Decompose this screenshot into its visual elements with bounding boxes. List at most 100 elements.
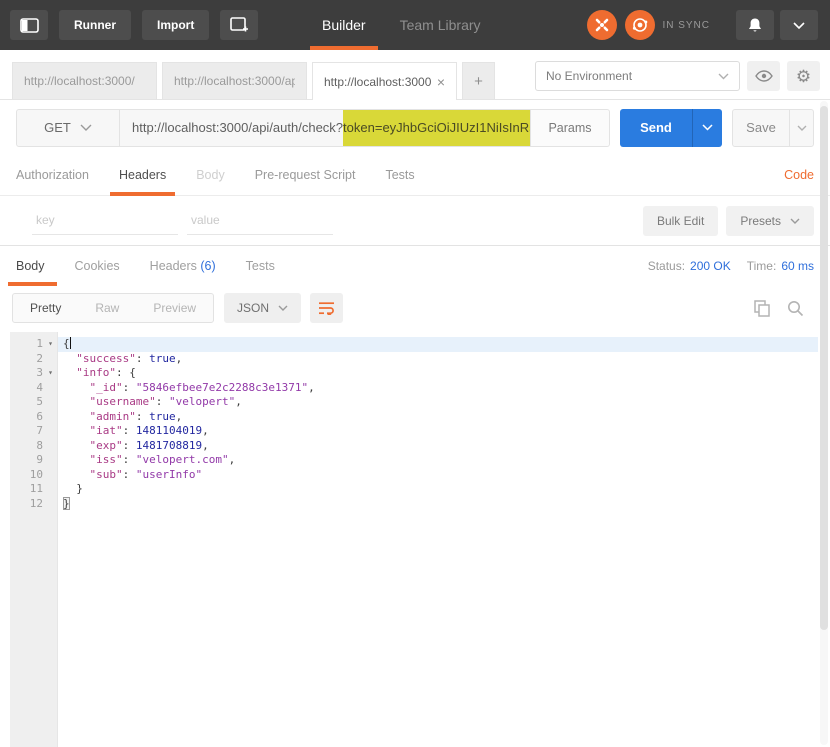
sidebar-toggle-button[interactable] <box>10 10 48 40</box>
bulk-edit-button[interactable]: Bulk Edit <box>642 205 719 236</box>
header-more-button[interactable] <box>780 10 818 40</box>
request-section-tab-pre-request-script[interactable]: Pre-request Script <box>255 155 356 196</box>
search-button[interactable] <box>787 300 804 317</box>
notifications-button[interactable] <box>736 10 774 40</box>
new-window-button[interactable] <box>220 10 259 40</box>
token-key: "exp" <box>89 438 123 452</box>
environment-cluster: No Environment ⚙ <box>535 61 820 91</box>
tab-builder-label: Builder <box>322 17 366 33</box>
response-tab-label: Body <box>16 259 45 273</box>
response-tab-headers[interactable]: Headers (6) <box>150 246 216 286</box>
line-number: 7 <box>36 424 43 437</box>
status-value[interactable]: 200 OK <box>690 259 731 273</box>
text-cursor <box>69 337 71 349</box>
code-line-5[interactable]: 5 "username": "velopert", <box>0 395 818 410</box>
request-tab-1[interactable]: http://localhost:3000/ <box>12 62 157 99</box>
response-tab-label: Tests <box>245 259 275 273</box>
tab-team-library-label: Team Library <box>399 17 481 33</box>
code-line-4[interactable]: 4 "_id": "5846efbee7e2c2288c3e1371", <box>0 381 818 396</box>
time-value[interactable]: 60 ms <box>781 259 814 273</box>
send-split-button: Send <box>620 108 722 147</box>
new-tab-button[interactable]: + <box>462 62 495 99</box>
token-num: 1481708819 <box>135 438 203 452</box>
wrap-text-button[interactable] <box>310 293 344 323</box>
copy-button[interactable] <box>754 299 770 317</box>
tab-team-library[interactable]: Team Library <box>400 0 481 50</box>
chevron-down-icon <box>702 124 713 131</box>
chevron-down-icon <box>793 21 805 29</box>
sync-status-label: IN SYNC <box>662 19 710 31</box>
save-options-button[interactable] <box>789 109 813 146</box>
interceptor-icon <box>594 17 610 33</box>
request-section-tab-headers[interactable]: Headers <box>109 155 176 196</box>
response-tab-tests[interactable]: Tests <box>246 246 275 286</box>
response-body-viewer[interactable]: 1 ▾{2 "success": true, 3 ▾ "info": {4 "_id"… <box>0 332 818 747</box>
token-punct: : <box>155 395 169 408</box>
token-punct: : <box>135 409 150 423</box>
code-line-6[interactable]: 6 "admin": true, <box>0 410 818 425</box>
presets-button[interactable]: Presets <box>726 205 814 236</box>
environment-quick-look-button[interactable] <box>747 61 780 91</box>
format-select[interactable]: JSON <box>224 293 302 323</box>
settings-button[interactable]: ⚙ <box>787 61 820 91</box>
header-key-input[interactable] <box>32 206 178 235</box>
header-value-input[interactable] <box>187 206 333 235</box>
line-number: 1 <box>36 337 43 350</box>
token-key: "iss" <box>89 453 123 466</box>
tab-builder[interactable]: Builder <box>310 0 378 50</box>
code-line-8[interactable]: 8 "exp": 1481708819, <box>0 439 818 454</box>
request-section-tab-authorization[interactable]: Authorization <box>16 155 89 196</box>
fold-arrow-icon[interactable]: ▾ <box>43 366 58 381</box>
save-button[interactable]: Save <box>733 110 789 146</box>
eye-icon <box>754 70 773 82</box>
response-tab-label: Cookies <box>74 259 120 273</box>
code-line-11[interactable]: 11 } <box>0 482 818 497</box>
close-tab-icon[interactable]: × <box>437 74 445 90</box>
token-str: "velopert" <box>168 395 236 408</box>
request-section-tab-body[interactable]: Body <box>196 155 225 196</box>
code-line-9[interactable]: 9 "iss": "velopert.com", <box>0 453 818 468</box>
environment-select[interactable]: No Environment <box>535 61 740 91</box>
token-punct: : <box>122 453 136 466</box>
send-options-button[interactable] <box>692 108 722 147</box>
token-num: true <box>149 409 176 423</box>
generate-code-link[interactable]: Code <box>784 168 814 182</box>
url-input[interactable]: http://localhost:3000/api/auth/check? tok… <box>120 108 531 147</box>
request-section-tab-tests[interactable]: Tests <box>385 155 414 196</box>
send-button[interactable]: Send <box>620 108 692 147</box>
code-line-12[interactable]: 12} <box>0 496 818 512</box>
code-text: "exp": 1481708819, <box>58 439 209 454</box>
token-punct: } <box>63 496 70 510</box>
import-button[interactable]: Import <box>142 10 210 40</box>
line-number: 11 <box>29 482 43 495</box>
view-mode-pretty[interactable]: Pretty <box>13 294 78 322</box>
response-tab-cookies[interactable]: Cookies <box>75 246 120 286</box>
code-line-3[interactable]: 3 ▾ "info": { <box>0 366 818 381</box>
token-punct: , <box>202 438 209 452</box>
response-tab-body[interactable]: Body <box>8 246 56 286</box>
sync-orbit-icon <box>631 16 649 34</box>
request-section-tabs: Authorization Headers Body Pre-request Scri… <box>0 155 830 196</box>
chevron-down-icon <box>278 305 288 311</box>
code-line-1[interactable]: 1 ▾ { <box>0 337 818 352</box>
runner-button[interactable]: Runner <box>59 10 131 40</box>
params-button[interactable]: Params <box>531 108 610 147</box>
request-tab-2[interactable]: http://localhost:3000/api/a <box>162 62 307 99</box>
interceptor-button[interactable] <box>587 10 618 40</box>
scrollbar-thumb[interactable] <box>820 106 828 630</box>
sync-button[interactable] <box>625 10 656 40</box>
code-text: "sub": "userInfo" <box>58 468 203 483</box>
view-mode-preview[interactable]: Preview <box>136 294 213 322</box>
code-line-7[interactable]: 7 "iat": 1481104019, <box>0 424 818 439</box>
response-meta: Status: 200 OK Time: 60 ms <box>632 259 814 273</box>
request-tab-3[interactable]: http://localhost:3000 × <box>312 62 457 100</box>
code-line-2[interactable]: 2 "success": true, <box>0 352 818 367</box>
fold-arrow-icon[interactable]: ▾ <box>43 337 58 352</box>
method-select[interactable]: GET <box>16 108 120 147</box>
token-str: "velopert.com" <box>135 453 229 466</box>
code-line-10[interactable]: 10 "sub": "userInfo" <box>0 468 818 483</box>
view-mode-raw[interactable]: Raw <box>78 294 136 322</box>
